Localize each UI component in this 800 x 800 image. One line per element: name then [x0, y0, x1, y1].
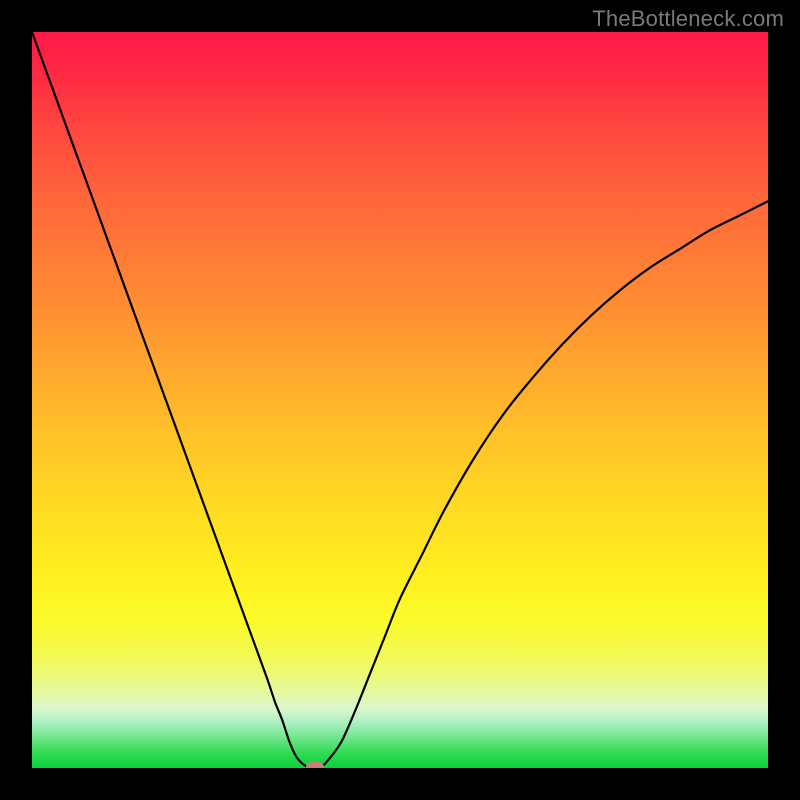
- plot-area: [32, 32, 768, 768]
- optimal-point-marker: [306, 762, 324, 768]
- bottleneck-curve: [32, 32, 768, 768]
- watermark-text: TheBottleneck.com: [592, 6, 784, 32]
- chart-frame: TheBottleneck.com: [0, 0, 800, 800]
